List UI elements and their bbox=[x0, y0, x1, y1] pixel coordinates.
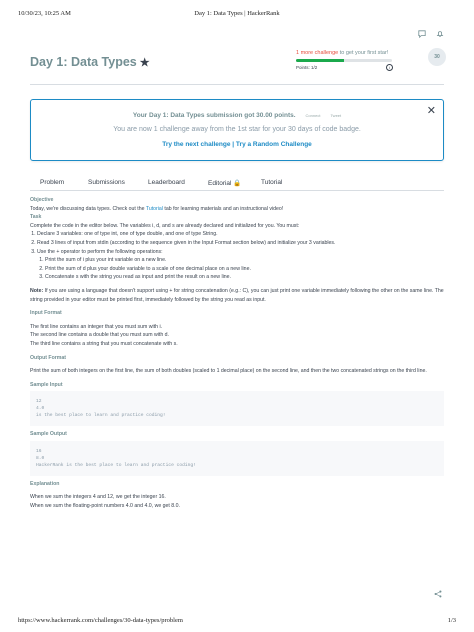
challenge-progress: 1 more challenge to get your first star!… bbox=[296, 48, 446, 72]
progress-bar bbox=[296, 59, 392, 62]
sample-input-heading: Sample Input bbox=[30, 381, 63, 388]
sample-output-heading: Sample Output bbox=[30, 431, 67, 438]
page-title: Day 1: Data Types ★ bbox=[30, 55, 150, 69]
print-title: Day 1: Data Types | HackerRank bbox=[194, 10, 280, 17]
tweet-link[interactable]: Tweet bbox=[330, 113, 341, 118]
print-url: https://www.hackerrank.com/challenges/30… bbox=[18, 617, 183, 624]
badge-icon[interactable]: 30 bbox=[428, 48, 446, 66]
problem-tabs: Problem Submissions Leaderboard Editoria… bbox=[30, 175, 444, 191]
tab-editorial[interactable]: Editorial 🔒 bbox=[208, 179, 241, 187]
sample-input-block: 12 4.0 is the best place to learn and pr… bbox=[30, 391, 444, 427]
top-icons bbox=[418, 30, 444, 38]
challenge-remaining[interactable]: 1 more challenge bbox=[296, 50, 338, 56]
next-challenge-link[interactable]: Try the next challenge bbox=[162, 141, 230, 148]
bell-icon[interactable] bbox=[436, 30, 444, 38]
input-format-line: The third line contains a string that yo… bbox=[30, 340, 178, 347]
tab-tutorial[interactable]: Tutorial bbox=[261, 179, 282, 186]
print-page-number: 1/3 bbox=[447, 617, 456, 624]
success-card: ✕ Your Day 1: Data Types submission got … bbox=[30, 99, 444, 161]
submission-score: Your Day 1: Data Types submission got 30… bbox=[132, 112, 342, 119]
tutorial-link[interactable]: Tutorial bbox=[146, 206, 163, 212]
objective-text: Today, we're discussing data types. Chec… bbox=[30, 205, 284, 212]
tab-submissions[interactable]: Submissions bbox=[88, 179, 125, 186]
share-icon[interactable] bbox=[434, 590, 442, 598]
header-divider bbox=[30, 84, 444, 85]
task-step: Use the + operator to perform the follow… bbox=[37, 248, 444, 282]
objective-heading: Objective bbox=[30, 197, 54, 203]
explanation-line: When we sum the integers 4 and 12, we ge… bbox=[30, 494, 166, 501]
task-step: Declare 3 variables: one of type int, on… bbox=[37, 230, 444, 239]
task-substep: Print the sum of d plus your double vari… bbox=[45, 265, 444, 274]
output-format-heading: Output Format bbox=[30, 354, 67, 361]
note-text: Note: If you are using a language that d… bbox=[30, 287, 444, 303]
input-format-heading: Input Format bbox=[30, 310, 62, 317]
task-substep: Concatenate s with the string you read a… bbox=[45, 273, 444, 282]
task-substep: Print the sum of i plus your int variabl… bbox=[45, 256, 444, 265]
task-steps: Declare 3 variables: one of type int, on… bbox=[30, 230, 444, 282]
next-actions: Try the next challenge | Try a Random Ch… bbox=[162, 141, 312, 148]
input-format-line: The first line contains an integer that … bbox=[30, 323, 163, 330]
problem-statement: Objective Today, we're discussing data t… bbox=[30, 196, 444, 511]
input-format-line: The second line contains a double that y… bbox=[30, 332, 169, 339]
progress-fill bbox=[296, 59, 344, 62]
chat-icon[interactable] bbox=[418, 30, 426, 38]
challenge-hint: to get your first star! bbox=[338, 50, 389, 56]
badge-progress-text: You are now 1 challenge away from the 1s… bbox=[113, 126, 361, 133]
star-icon[interactable]: ★ bbox=[140, 57, 150, 69]
output-format-text: Print the sum of both integers on the fi… bbox=[30, 368, 427, 375]
lock-icon: 🔒 bbox=[231, 180, 242, 187]
random-challenge-link[interactable]: Try a Random Challenge bbox=[236, 141, 312, 148]
task-step: Read 3 lines of input from stdin (accord… bbox=[37, 239, 444, 248]
explanation-line: When we sum the floating-point numbers 4… bbox=[30, 503, 180, 510]
info-icon[interactable]: i bbox=[386, 64, 393, 71]
explanation-heading: Explanation bbox=[30, 480, 60, 487]
points-label: Points: 1/2 bbox=[296, 65, 318, 70]
tab-problem[interactable]: Problem bbox=[40, 179, 64, 186]
task-text: Complete the code in the editor below. T… bbox=[30, 222, 300, 229]
tab-leaderboard[interactable]: Leaderboard bbox=[148, 179, 185, 186]
sample-output-block: 16 8.0 HackerRank is the best place to l… bbox=[30, 440, 444, 476]
connect-link[interactable]: Connect bbox=[306, 113, 321, 118]
task-heading: Task bbox=[30, 214, 42, 221]
